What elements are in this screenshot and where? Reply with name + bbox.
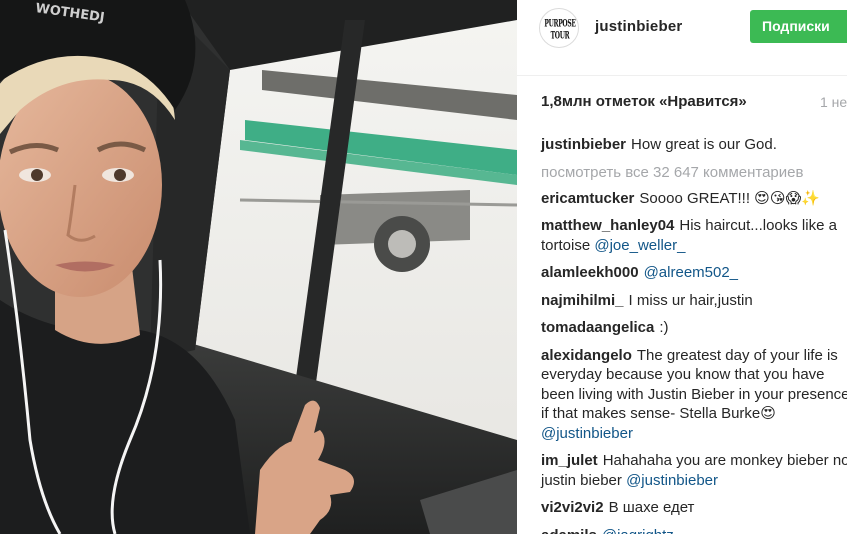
post-side-panel: PURPOSE TOUR justinbieber Подписки 1,8мл… <box>517 0 847 534</box>
comment-mention-link[interactable]: @justinbieber <box>626 472 718 489</box>
comment-item: najmihilmi_ I miss ur hair,justin <box>541 291 847 311</box>
likes-row: 1,8млн отметок «Нравится» 1 не <box>517 76 847 128</box>
comment-mention-link[interactable]: @joe_weller_ <box>594 237 685 254</box>
comment-item: ericamtucker Soooo GREAT!!! 😍😘😱✨ <box>541 189 847 209</box>
caption: justinbieber How great is our God. <box>541 135 847 155</box>
comment-mention-link[interactable]: @alreem502_ <box>644 264 738 281</box>
comment-username[interactable]: najmihilmi_ <box>541 292 624 309</box>
comment-item: alexidangelo The greatest day of your lif… <box>541 346 847 444</box>
comment-text: I miss ur hair,justin <box>628 291 753 309</box>
comment-username[interactable]: adamils <box>541 527 597 534</box>
author-avatar[interactable]: PURPOSE TOUR <box>539 8 579 48</box>
comment-item: im_julet Hahahaha you are monkey bieber n… <box>541 451 847 490</box>
author-username[interactable]: justinbieber <box>595 18 682 35</box>
comment-item: tomadaangelica:) <box>541 318 847 338</box>
comment-item: matthew_hanley04 His haircut...looks like… <box>541 216 847 255</box>
comments-list: justinbieber How great is our God. посмот… <box>541 135 847 534</box>
comment-username[interactable]: vi2vi2vi2 <box>541 499 604 516</box>
avatar-logo: PURPOSE TOUR <box>544 18 576 42</box>
caption-text: How great is our God. <box>631 136 777 153</box>
post-time[interactable]: 1 не <box>820 94 847 110</box>
comment-username[interactable]: matthew_hanley04 <box>541 217 674 234</box>
comment-text: Soooo GREAT!!! 😍😘😱✨ <box>639 189 820 207</box>
comment-item: vi2vi2vi2 В шахе едет <box>541 498 847 518</box>
caption-author[interactable]: justinbieber <box>541 136 626 153</box>
comment-username[interactable]: ericamtucker <box>541 190 634 207</box>
comment-text: :) <box>659 319 669 336</box>
post-photo[interactable]: WOTHEDJ <box>0 0 517 534</box>
view-all-comments-link[interactable]: посмотреть все 32 647 комментариев <box>541 163 847 182</box>
comment-mention-link[interactable]: @jagrightz <box>602 527 674 534</box>
comment-username[interactable]: im_julet <box>541 452 598 469</box>
comment-username[interactable]: alexidangelo <box>541 347 632 364</box>
comment-username[interactable]: tomadaangelica <box>541 319 654 336</box>
comment-item: alamleekh000 @alreem502_ <box>541 263 847 283</box>
post-header: PURPOSE TOUR justinbieber Подписки <box>517 0 847 76</box>
comment-username[interactable]: alamleekh000 <box>541 264 639 281</box>
comment-item: adamils @jagrightz <box>541 526 847 534</box>
likes-count[interactable]: 1,8млн отметок «Нравится» <box>541 93 747 110</box>
comment-container: ericamtucker Soooo GREAT!!! 😍😘😱✨ matthew_h… <box>541 189 847 534</box>
follow-button[interactable]: Подписки <box>750 10 847 43</box>
comment-mention-link[interactable]: @justinbieber <box>541 425 633 442</box>
comment-text: В шахе едет <box>608 499 695 516</box>
